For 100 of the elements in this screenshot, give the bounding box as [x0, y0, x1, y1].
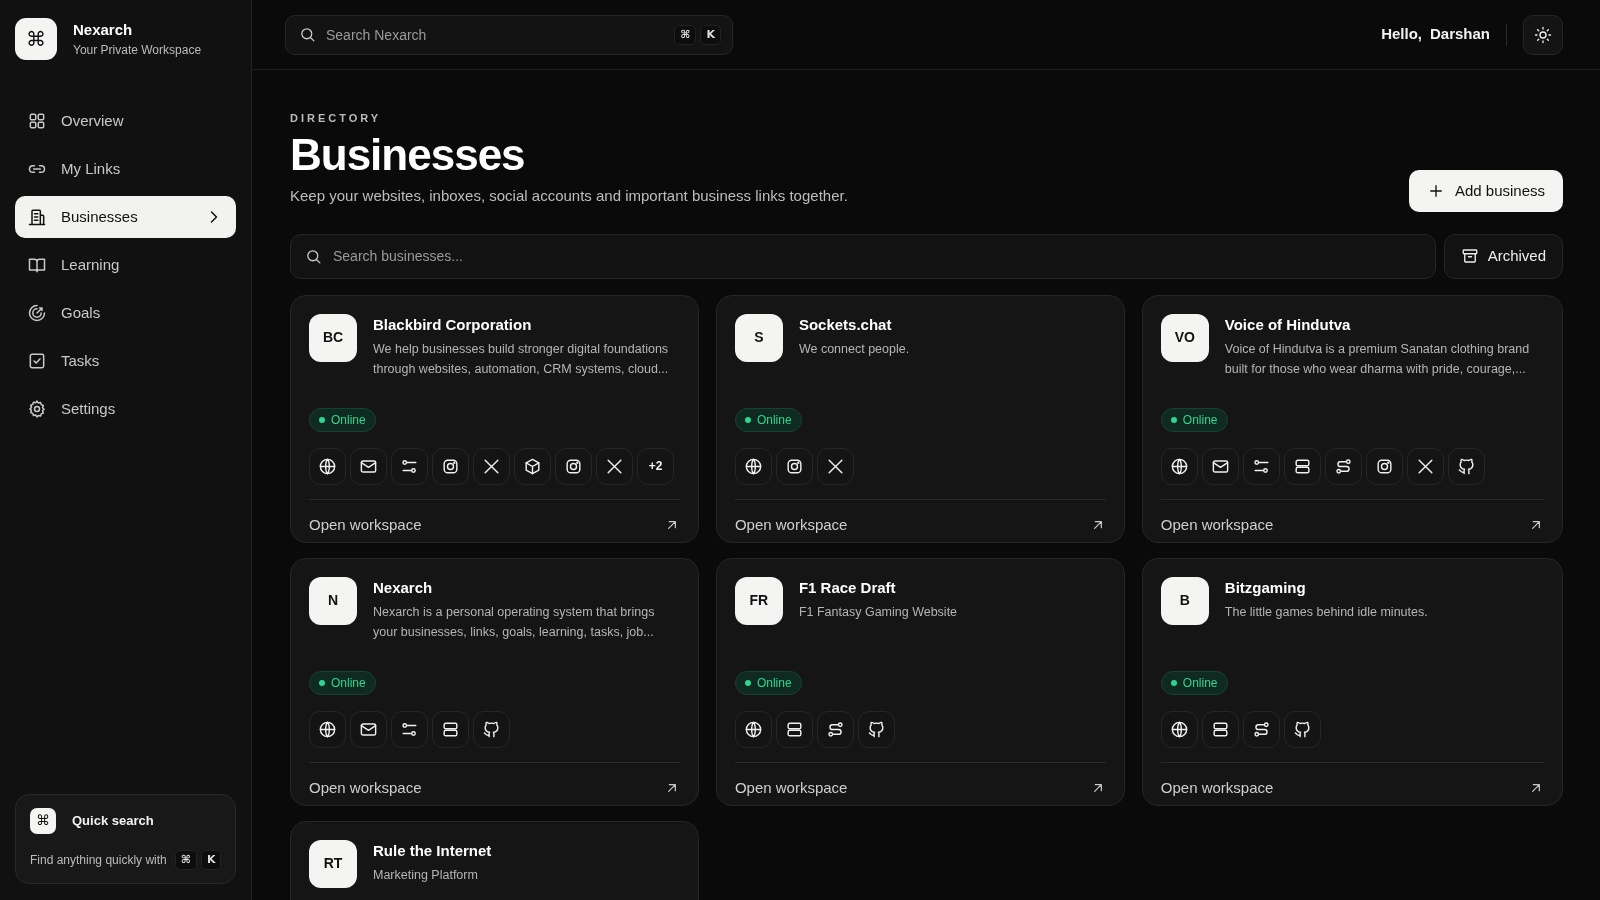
link-button[interactable] [775, 710, 813, 748]
camera-icon [564, 456, 583, 476]
app-name: Nexarch [73, 19, 134, 40]
route-icon [825, 719, 845, 739]
avatar: RT [309, 839, 357, 888]
quick-search-title: Quick search [72, 811, 154, 830]
building-icon [27, 207, 47, 227]
link-button[interactable] [350, 710, 387, 748]
link-button[interactable] [1365, 447, 1403, 485]
theme-icon [1534, 25, 1552, 44]
link-button[interactable] [816, 710, 854, 748]
link-button[interactable] [1160, 447, 1198, 485]
more-links-button[interactable]: +2 [637, 447, 674, 485]
github-icon [482, 719, 501, 739]
link-button[interactable] [555, 447, 592, 485]
business-name: Nexarch [373, 577, 434, 598]
link-button[interactable] [514, 447, 551, 485]
link-button[interactable] [1242, 710, 1280, 748]
route-icon [1333, 456, 1353, 476]
server-icon [441, 719, 460, 739]
camera-icon [441, 456, 460, 476]
link-button[interactable] [816, 447, 854, 485]
status-badge: Online [309, 670, 376, 695]
business-description: We connect people. [798, 341, 910, 359]
link-button[interactable] [432, 447, 469, 485]
status-badge: Online [1160, 670, 1228, 695]
link-button[interactable] [857, 710, 895, 748]
link-button[interactable] [596, 447, 633, 485]
nav-item[interactable]: Tasks [15, 340, 236, 382]
globe-icon [1169, 456, 1189, 476]
target-icon [27, 303, 47, 323]
settings-icon [27, 399, 47, 419]
archived-button[interactable]: Archived [1443, 233, 1563, 279]
business-name: Rule the Internet [373, 840, 492, 861]
link-button[interactable] [1201, 447, 1239, 485]
link-button[interactable] [734, 447, 772, 485]
nav-item[interactable]: Goals [15, 292, 236, 334]
link-button[interactable] [350, 447, 387, 485]
avatar: B [1160, 576, 1209, 625]
business-description: The little games behind idle minutes. [1224, 604, 1428, 622]
key-cap: ⌘ [174, 849, 197, 870]
link-button[interactable] [1324, 447, 1362, 485]
link-button[interactable] [1447, 447, 1485, 485]
avatar: BC [309, 313, 357, 362]
user-name: Darshan [1429, 24, 1490, 45]
link-button[interactable] [473, 710, 510, 748]
open-workspace-link[interactable]: Open workspace [309, 776, 422, 800]
nav-item[interactable]: Learning [15, 244, 236, 286]
open-workspace-link[interactable]: Open workspace [309, 513, 422, 537]
link-button[interactable] [391, 710, 428, 748]
link-button[interactable] [473, 447, 510, 485]
command-icon: ⌘ [30, 807, 56, 834]
link-button[interactable] [1201, 710, 1239, 748]
business-name: F1 Race Draft [798, 577, 897, 598]
app-tagline: Your Private Workspace [73, 42, 202, 60]
link-button[interactable] [1283, 447, 1321, 485]
globe-icon [1169, 719, 1189, 739]
nav-item[interactable]: Overview [15, 100, 236, 142]
github-icon [1292, 719, 1312, 739]
open-workspace-link[interactable]: Open workspace [734, 776, 848, 800]
link-button[interactable] [309, 447, 346, 485]
nav-item[interactable]: Businesses [15, 196, 236, 238]
globe-icon [318, 456, 337, 476]
checkbox-icon [27, 351, 47, 371]
status-badge: Online [309, 407, 376, 432]
business-name: Blackbird Corporation [373, 314, 533, 335]
nav-item[interactable]: Settings [15, 388, 236, 430]
open-workspace-link[interactable]: Open workspace [1160, 513, 1274, 537]
link-button[interactable] [734, 710, 772, 748]
archive-icon [1460, 247, 1479, 266]
page-subtitle: Keep your websites, inboxes, social accounts and important business links together. [290, 186, 848, 207]
section-label: DIRECTORY [290, 111, 383, 126]
route-icon [1251, 719, 1271, 739]
link-button[interactable] [1242, 447, 1280, 485]
nav-item[interactable]: My Links [15, 148, 236, 190]
key-cap: K [200, 849, 222, 870]
open-workspace-link[interactable]: Open workspace [1160, 776, 1274, 800]
globe-icon [743, 719, 763, 739]
link-button[interactable] [432, 710, 469, 748]
link-button[interactable] [391, 447, 428, 485]
search-field[interactable]: Search businesses... [290, 233, 1436, 279]
server-icon [1210, 719, 1230, 739]
book-icon [27, 255, 47, 275]
business-description: Nexarch is a personal operating system that brings your businesses, links, goals, learning, tasks, job... [373, 604, 656, 642]
link-button[interactable] [775, 447, 813, 485]
link-button[interactable] [1160, 710, 1198, 748]
server-icon [784, 719, 804, 739]
link-button[interactable] [309, 710, 346, 748]
open-workspace-link[interactable]: Open workspace [734, 513, 848, 537]
business-description: F1 Fantasy Gaming Website [798, 604, 958, 622]
link-button[interactable] [1406, 447, 1444, 485]
add-business-button[interactable]: Add business [1408, 169, 1563, 212]
business-description: We help businesses build stronger digital foundations through websites, automation, CRM systems, cloud... [373, 341, 670, 379]
status-badge: Online [734, 407, 802, 432]
globe-icon [318, 719, 337, 739]
link-button[interactable] [1283, 710, 1321, 748]
server-icon [1292, 456, 1312, 476]
theme-toggle-button[interactable] [1523, 14, 1563, 55]
business-description: Marketing Platform [373, 867, 479, 885]
business-name: Voice of Hindutva [1224, 314, 1352, 335]
